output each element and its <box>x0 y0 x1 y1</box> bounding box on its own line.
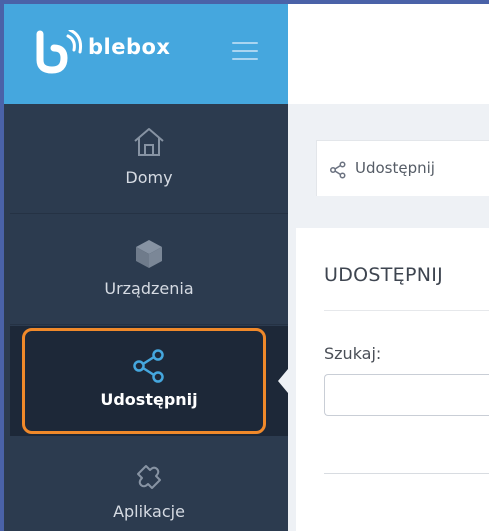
main-content: Udostępnij UDOSTĘPNIJ Szukaj: <box>288 0 489 531</box>
divider <box>324 473 489 474</box>
sidebar-item-domy[interactable]: Domy <box>10 104 288 214</box>
search-input[interactable] <box>324 374 489 416</box>
divider <box>324 310 489 311</box>
sidebar-item-urzadzenia[interactable]: Urządzenia <box>10 215 288 325</box>
sidebar-item-aplikacje[interactable]: Aplikacje <box>10 438 288 531</box>
blebox-logo[interactable]: blebox <box>30 28 200 74</box>
sidebar-item-label: Urządzenia <box>104 279 194 298</box>
cube-icon <box>10 237 288 271</box>
home-icon <box>10 126 288 160</box>
share-icon <box>329 161 347 183</box>
sidebar: blebox Domy Urządzenia Udostępnij Aplika… <box>0 0 288 531</box>
active-item-caret <box>278 369 288 393</box>
top-bar <box>288 0 489 104</box>
puzzle-icon <box>10 460 288 494</box>
share-card: UDOSTĘPNIJ Szukaj: <box>296 228 489 531</box>
breadcrumb-label[interactable]: Udostępnij <box>355 159 435 177</box>
active-item-highlight <box>22 328 266 434</box>
card-title: UDOSTĘPNIJ <box>324 264 444 286</box>
search-label: Szukaj: <box>324 344 382 363</box>
sidebar-item-label: Aplikacje <box>113 502 185 521</box>
breadcrumb: Udostępnij <box>316 140 489 196</box>
hamburger-icon[interactable] <box>232 42 258 62</box>
blebox-logo-icon <box>36 28 82 74</box>
brand-header: blebox <box>0 0 288 104</box>
sidebar-item-label: Domy <box>125 168 173 187</box>
logo-text: blebox <box>88 35 171 59</box>
